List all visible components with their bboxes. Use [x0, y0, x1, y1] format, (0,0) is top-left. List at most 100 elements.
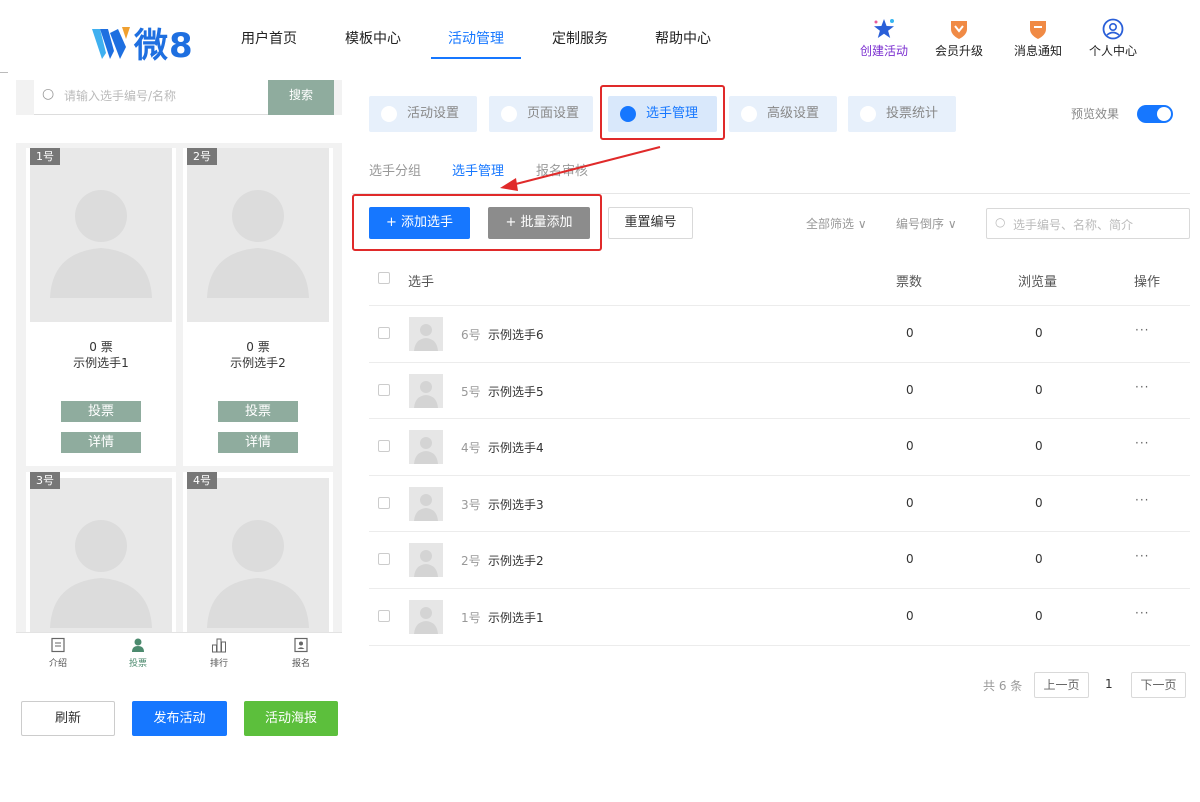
vote-count: 0: [906, 552, 914, 566]
player-number: 2号: [461, 554, 481, 568]
nav-user-home[interactable]: 用户首页: [241, 28, 297, 48]
subtab-player-groups[interactable]: 选手分组: [369, 160, 421, 179]
member-upgrade-link[interactable]: 会员升级: [929, 18, 989, 59]
player-search-placeholder: 选手编号、名称、简介: [1013, 218, 1134, 232]
subtab-signup-review[interactable]: 报名审核: [536, 160, 588, 179]
notifications-link[interactable]: 消息通知: [1008, 18, 1068, 59]
toggle-knob: [1157, 107, 1171, 121]
nav-active-underline: [431, 57, 521, 59]
activity-poster-button[interactable]: 活动海报: [244, 701, 338, 736]
vote-count: 0: [906, 496, 914, 510]
preview-nav-vote[interactable]: 投票: [108, 637, 168, 669]
renumber-button[interactable]: 重置编号: [608, 207, 693, 239]
player-number-badge: 2号: [187, 148, 217, 165]
player-search-input[interactable]: ○ 选手编号、名称、简介: [986, 208, 1190, 239]
more-options-icon[interactable]: ···: [1135, 606, 1149, 620]
sort-dropdown[interactable]: 编号倒序 ∨: [896, 215, 957, 232]
player-card-2[interactable]: 2号 0 票 示例选手2 投票 详情: [183, 148, 333, 466]
vote-person-icon: [132, 638, 144, 652]
more-options-icon[interactable]: ···: [1135, 549, 1149, 563]
preview-search-placeholder: 请输入选手编号/名称: [64, 89, 177, 103]
user-circle-icon: [1102, 18, 1124, 40]
filter-all-dropdown[interactable]: 全部筛选 ∨: [806, 215, 867, 232]
logo-w-icon: [92, 26, 130, 59]
col-votes[interactable]: 票数: [896, 271, 922, 290]
member-upgrade-label: 会员升级: [934, 44, 983, 58]
preview-toggle[interactable]: [1137, 105, 1173, 123]
preview-search-button[interactable]: 搜索: [268, 80, 334, 115]
star-icon: [874, 19, 894, 38]
table-row[interactable]: 1号 示例选手1 0 0 ···: [369, 588, 1190, 644]
current-page[interactable]: 1: [1105, 677, 1113, 691]
col-views[interactable]: 浏览量: [1018, 271, 1057, 290]
tab-advanced-settings[interactable]: 高级设置: [729, 96, 837, 132]
site-logo[interactable]: 微8: [92, 18, 194, 67]
row-checkbox[interactable]: [378, 497, 390, 509]
prev-page-button[interactable]: 上一页: [1034, 672, 1089, 698]
nav-help-center[interactable]: 帮助中心: [655, 28, 711, 48]
table-row[interactable]: 6号 示例选手6 0 0 ···: [369, 305, 1190, 361]
more-options-icon[interactable]: ···: [1135, 436, 1149, 450]
nav-activity-management[interactable]: 活动管理: [448, 28, 504, 48]
select-all-checkbox[interactable]: [378, 272, 390, 284]
player-number-badge: 1号: [30, 148, 60, 165]
preview-nav-label: 介绍: [48, 659, 67, 669]
publish-activity-button[interactable]: 发布活动: [132, 701, 227, 736]
preview-nav-ranking[interactable]: 排行: [189, 637, 249, 669]
preview-bottom-nav: 介绍 投票 排行 报名: [16, 632, 342, 676]
row-checkbox[interactable]: [378, 327, 390, 339]
player-photo: [187, 478, 329, 640]
subtab-player-management[interactable]: 选手管理: [452, 160, 504, 179]
player-number: 6号: [461, 328, 481, 342]
refresh-button[interactable]: 刷新: [21, 701, 115, 736]
tab-label: 活动设置: [407, 106, 460, 121]
detail-button[interactable]: 详情: [218, 432, 298, 453]
nav-template-center[interactable]: 模板中心: [345, 28, 401, 48]
player-number-badge: 3号: [30, 472, 60, 489]
row-checkbox[interactable]: [378, 610, 390, 622]
person-placeholder-icon: [207, 190, 309, 298]
col-player: 选手: [408, 275, 435, 290]
vote-button[interactable]: 投票: [218, 401, 298, 422]
row-checkbox[interactable]: [378, 553, 390, 565]
table-row[interactable]: 5号 示例选手5 0 0 ···: [369, 362, 1190, 418]
next-page-button[interactable]: 下一页: [1131, 672, 1186, 698]
tab-page-settings[interactable]: 页面设置: [489, 96, 593, 132]
preview-nav-intro[interactable]: 介绍: [28, 637, 88, 669]
tab-activity-settings[interactable]: 活动设置: [369, 96, 477, 132]
more-options-icon[interactable]: ···: [1135, 380, 1149, 394]
detail-button[interactable]: 详情: [61, 432, 141, 453]
player-card-4[interactable]: 4号: [183, 472, 333, 640]
create-activity-link[interactable]: 创建活动: [854, 18, 914, 59]
table-row[interactable]: 3号 示例选手3 0 0 ···: [369, 475, 1190, 531]
intro-icon: [51, 637, 65, 653]
preview-nav-signup[interactable]: 报名: [271, 637, 331, 669]
more-options-icon[interactable]: ···: [1135, 323, 1149, 337]
player-number: 3号: [461, 498, 481, 512]
vote-count: 0: [906, 326, 914, 340]
player-card-1[interactable]: 1号 0 票 示例选手1 投票 详情: [26, 148, 176, 466]
view-count: 0: [1035, 383, 1043, 397]
row-checkbox[interactable]: [378, 440, 390, 452]
row-divider: [369, 645, 1190, 646]
more-options-icon[interactable]: ···: [1135, 493, 1149, 507]
notification-badge-icon: [1030, 21, 1046, 39]
signup-icon: [294, 637, 308, 653]
personal-center-link[interactable]: 个人中心: [1083, 18, 1143, 59]
vote-button[interactable]: 投票: [61, 401, 141, 422]
player-card-3[interactable]: 3号: [26, 472, 176, 640]
table-row[interactable]: 4号 示例选手4 0 0 ···: [369, 418, 1190, 474]
player-photo: [187, 148, 329, 322]
person-placeholder-icon: [50, 520, 152, 628]
table-row[interactable]: 2号 示例选手2 0 0 ···: [369, 531, 1190, 587]
preview-nav-label: 排行: [209, 659, 228, 669]
tab-vote-stats[interactable]: 投票统计: [848, 96, 956, 132]
mobile-preview: ○ 请输入选手编号/名称 搜索 1号 0 票 示例选手1 投票 详情 2号 0 …: [16, 80, 342, 640]
personal-center-label: 个人中心: [1088, 44, 1137, 58]
nav-custom-service[interactable]: 定制服务: [552, 28, 608, 48]
highlight-box-tab: [600, 85, 725, 140]
row-checkbox[interactable]: [378, 384, 390, 396]
view-count: 0: [1035, 609, 1043, 623]
stats-icon: [860, 106, 876, 122]
preview-search-bar[interactable]: ○ 请输入选手编号/名称 搜索: [34, 80, 334, 115]
